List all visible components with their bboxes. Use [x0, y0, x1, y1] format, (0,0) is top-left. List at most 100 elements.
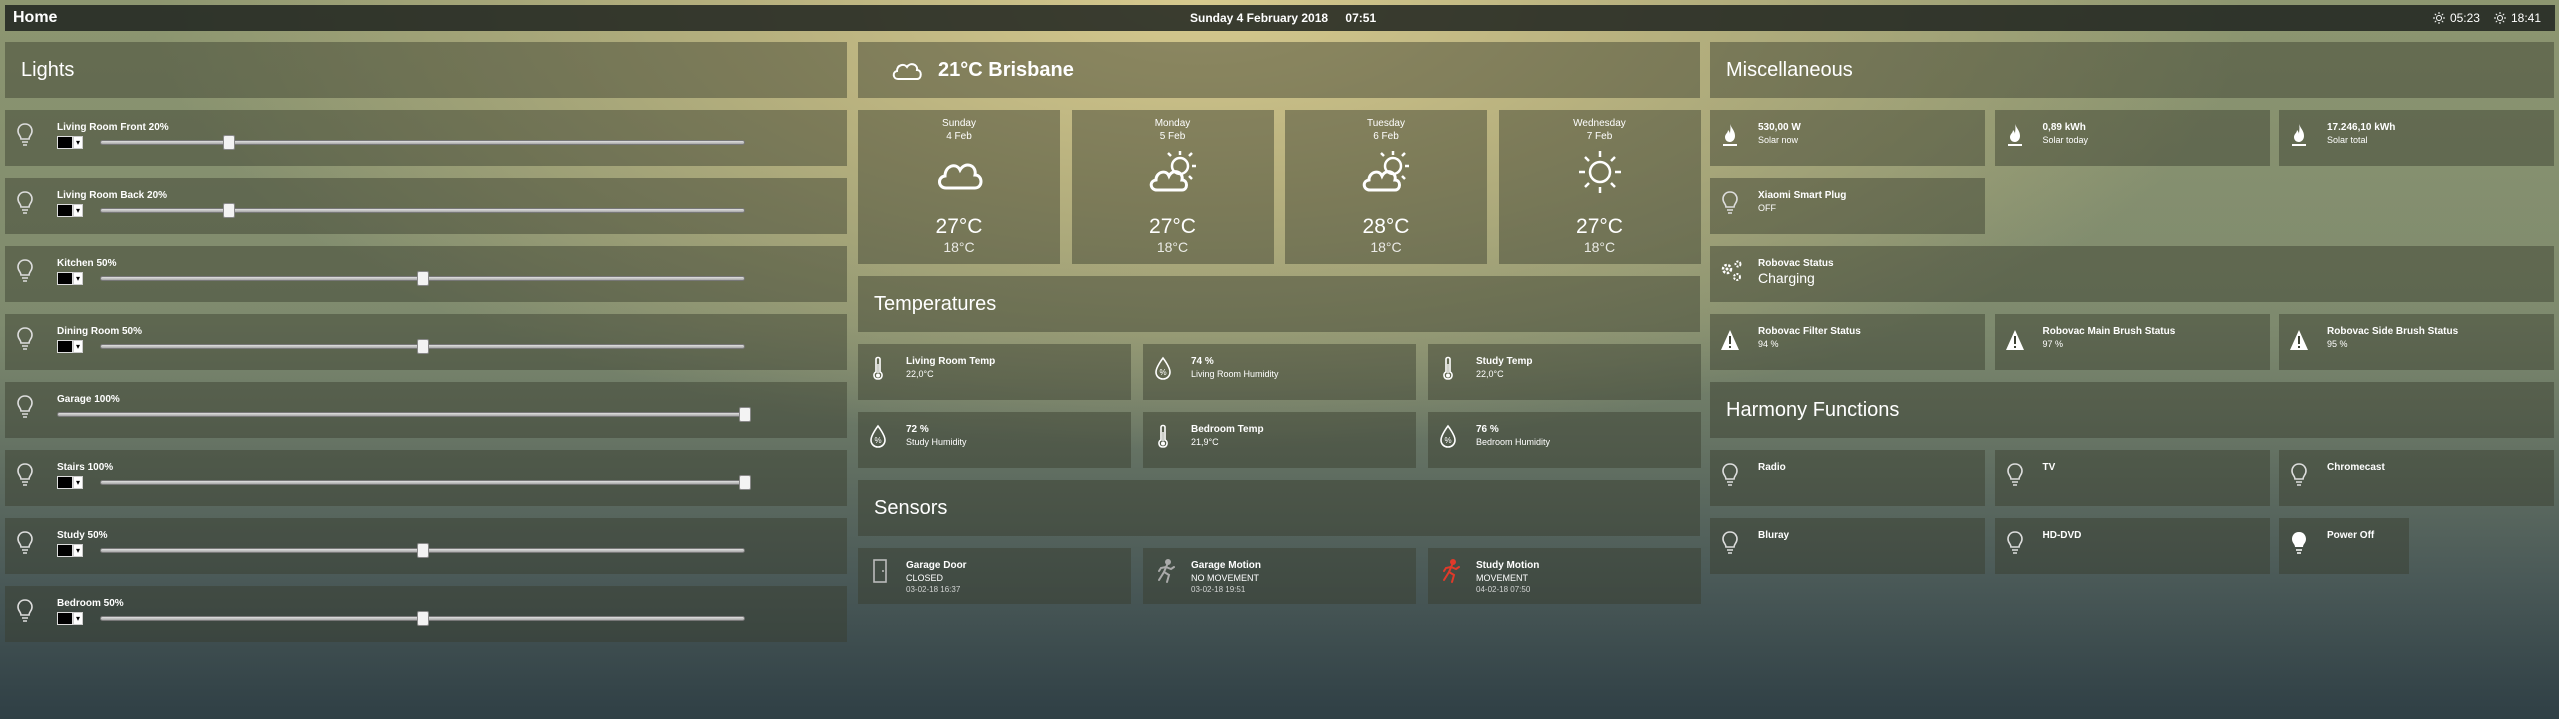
harmony-button[interactable]: TV — [1994, 450, 2270, 506]
harmony-label: HD-DVD — [2042, 530, 2082, 541]
forecast-low: 18°C — [1370, 239, 1402, 255]
solar-value: 530,00 W — [1758, 122, 1801, 133]
misc-title: Miscellaneous — [1726, 58, 1853, 81]
color-dropdown-button[interactable]: ▾ — [73, 204, 83, 217]
color-dropdown-button[interactable]: ▾ — [73, 612, 83, 625]
color-dropdown-button[interactable]: ▾ — [73, 544, 83, 557]
svg-text:%: % — [1444, 436, 1451, 445]
sunrise-time: 05:23 — [2449, 11, 2480, 25]
dimmer-slider-thumb[interactable] — [739, 475, 751, 490]
light-label: Living Room Back 20% — [57, 190, 168, 201]
robovac-part-name: Robovac Side Brush Status — [2327, 326, 2459, 337]
temperature-secondary: Bedroom Humidity — [1476, 437, 1551, 447]
solar-tile: 17.246,10 kWh Solar total — [2279, 110, 2554, 166]
harmony-button[interactable]: Bluray — [1710, 518, 1985, 574]
forecast-date: 4 Feb — [946, 131, 972, 142]
temperature-primary: Bedroom Temp — [1191, 424, 1264, 435]
harmony-button[interactable]: Chromecast — [2279, 450, 2554, 506]
solar-label: Solar total — [2327, 135, 2368, 145]
light-label: Garage 100% — [57, 394, 120, 405]
light-row: Garage 100% — [5, 382, 847, 438]
dimmer-slider-thumb[interactable] — [739, 407, 751, 422]
sensor-state: NO MOVEMENT — [1191, 573, 1260, 583]
solar-value: 0,89 kWh — [2042, 122, 2086, 133]
dimmer-slider-track[interactable] — [100, 208, 745, 213]
dimmer-slider-thumb[interactable] — [416, 271, 429, 286]
sensors-title: Sensors — [874, 496, 948, 519]
dimmer-slider-track[interactable] — [100, 480, 745, 485]
solar-tile: 0,89 kWh Solar today — [1994, 110, 2270, 166]
sensor-tile: Garage Door CLOSED 03-02-18 16:37 — [858, 548, 1131, 604]
smart-plug-tile[interactable]: Xiaomi Smart Plug OFF — [1710, 178, 1985, 234]
forecast-low: 18°C — [943, 239, 975, 255]
forecast-day: Tuesday 6 Feb 28°C 18°C — [1285, 110, 1487, 264]
flame-icon — [2292, 124, 2306, 146]
door-icon — [873, 559, 887, 583]
misc-header: Miscellaneous — [1710, 42, 2554, 98]
harmony-button[interactable]: HD-DVD — [1994, 518, 2270, 574]
forecast-weekday: Sunday — [942, 118, 976, 129]
sensor-tile: Garage Motion NO MOVEMENT 03-02-18 19:51 — [1143, 548, 1416, 604]
humidity-icon: % — [1155, 356, 1171, 380]
robovac-part-value: 97 % — [2042, 339, 2064, 349]
forecast-weekday: Monday — [1154, 118, 1191, 129]
harmony-label: Power Off — [2327, 530, 2375, 541]
forecast-date: 6 Feb — [1373, 131, 1399, 142]
color-dropdown-button[interactable]: ▾ — [73, 340, 83, 353]
svg-text:%: % — [874, 436, 881, 445]
color-dropdown-button[interactable]: ▾ — [73, 272, 83, 285]
sunny-icon — [1578, 151, 1621, 193]
color-picker[interactable] — [57, 340, 73, 353]
dimmer-slider-thumb[interactable] — [223, 135, 235, 150]
bulb-icon — [17, 259, 33, 282]
dimmer-slider-track[interactable] — [57, 412, 745, 417]
light-row: Living Room Back 20% ▾ — [5, 178, 847, 234]
sunrise: 05:23 — [2432, 11, 2480, 25]
robovac-part-name: Robovac Main Brush Status — [2042, 326, 2176, 337]
light-row: Study 50% ▾ — [5, 518, 847, 574]
thermometer-icon — [1443, 356, 1453, 380]
forecast-date: 7 Feb — [1586, 131, 1613, 142]
bulb-icon — [2006, 463, 2023, 486]
forecast-weekday: Wednesday — [1573, 118, 1626, 129]
dimmer-slider-thumb[interactable] — [416, 339, 429, 354]
color-dropdown-button[interactable]: ▾ — [73, 476, 83, 489]
color-picker[interactable] — [57, 476, 73, 489]
cloudy-icon — [892, 63, 922, 80]
color-picker[interactable] — [57, 272, 73, 285]
dimmer-slider-thumb[interactable] — [416, 611, 429, 626]
bulb-icon — [1722, 463, 1738, 486]
sensor-state: CLOSED — [906, 573, 944, 583]
temperature-primary: 74 % — [1191, 356, 1214, 367]
sensors-header: Sensors — [858, 480, 1700, 536]
temperature-secondary: Living Room Humidity — [1191, 369, 1279, 379]
bulb-icon — [17, 123, 33, 146]
forecast-high: 27°C — [935, 215, 983, 238]
motion-active-icon — [1443, 559, 1460, 583]
current-date: Sunday 4 February 2018 — [1190, 11, 1329, 25]
lights-title: Lights — [21, 58, 75, 81]
light-label: Kitchen 50% — [57, 258, 117, 269]
forecast-low: 18°C — [1583, 239, 1616, 255]
harmony-button[interactable]: Power Off — [2279, 518, 2409, 574]
dimmer-slider-thumb[interactable] — [223, 203, 235, 218]
dimmer-slider-track[interactable] — [100, 140, 745, 145]
motion-icon — [1158, 559, 1175, 583]
temperature-primary: 76 % — [1476, 424, 1499, 435]
lights-header: Lights — [5, 42, 847, 98]
home-link[interactable]: Home — [13, 9, 57, 27]
color-dropdown-button[interactable]: ▾ — [73, 136, 83, 149]
current-time: 07:51 — [1345, 11, 1377, 25]
harmony-label: Chromecast — [2327, 462, 2385, 473]
forecast-date: 5 Feb — [1159, 131, 1186, 142]
color-picker[interactable] — [57, 544, 73, 557]
color-picker[interactable] — [57, 204, 73, 217]
color-picker[interactable] — [57, 612, 73, 625]
harmony-button[interactable]: Radio — [1710, 450, 1985, 506]
temperature-secondary: 21,9°C — [1191, 437, 1219, 447]
dimmer-slider-thumb[interactable] — [416, 543, 429, 558]
color-picker[interactable] — [57, 136, 73, 149]
gears-icon — [1721, 260, 1742, 281]
light-row: Dining Room 50% ▾ — [5, 314, 847, 370]
partly-cloudy-icon — [1362, 151, 1409, 192]
